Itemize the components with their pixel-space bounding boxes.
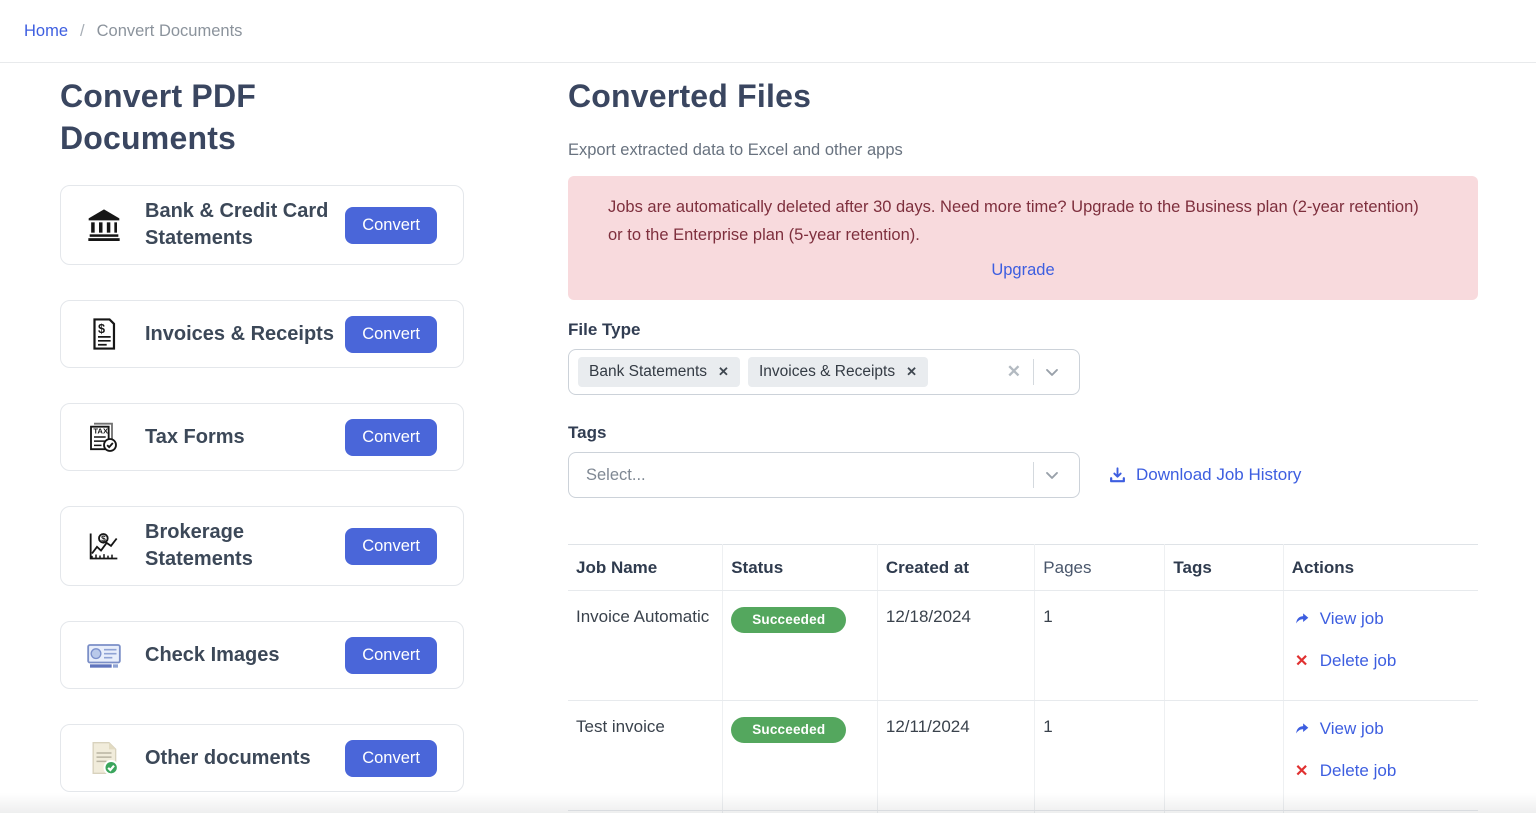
file-type-chip: Bank Statements ✕ <box>578 357 740 387</box>
actions-cell: View job ✕ Delete job <box>1283 701 1478 811</box>
pages-cell: 1 <box>1035 701 1165 811</box>
view-job-link[interactable]: View job <box>1292 719 1470 739</box>
converted-files-panel: Converted Files Export extracted data to… <box>568 75 1478 813</box>
breadcrumb: Home / Convert Documents <box>0 0 1536 63</box>
card-tax-forms: TAX Tax Forms Convert <box>60 403 464 471</box>
view-job-arrow-icon <box>1292 720 1312 738</box>
chip-label: Bank Statements <box>589 363 707 381</box>
tags-cell <box>1165 591 1283 701</box>
convert-brokerage-button[interactable]: Convert <box>345 528 437 565</box>
header-status: Status <box>723 545 878 591</box>
header-job-name: Job Name <box>568 545 723 591</box>
convert-tax-forms-button[interactable]: Convert <box>345 419 437 456</box>
upgrade-link[interactable]: Upgrade <box>608 256 1438 284</box>
status-cell: Succeeded <box>723 701 878 811</box>
convert-panel: Convert PDF Documents Bank & Credit Card… <box>60 75 464 813</box>
breadcrumb-separator: / <box>80 22 85 41</box>
card-label: Bank & Credit Card Statements <box>145 198 345 252</box>
select-divider <box>1033 359 1034 385</box>
card-check-images: Check Images Convert <box>60 621 464 689</box>
page-title: Converted Files <box>568 75 1478 117</box>
other-document-icon <box>83 737 125 779</box>
tags-placeholder: Select... <box>578 466 646 485</box>
retention-alert: Jobs are automatically deleted after 30 … <box>568 176 1478 300</box>
delete-x-icon: ✕ <box>1292 651 1312 671</box>
header-pages: Pages <box>1035 545 1165 591</box>
convert-check-images-button[interactable]: Convert <box>345 637 437 674</box>
tags-label: Tags <box>568 423 1478 443</box>
jobs-table-header-row: Job Name Status Created at Pages Tags Ac… <box>568 545 1478 591</box>
card-label: Invoices & Receipts <box>145 321 345 348</box>
brokerage-icon: $ <box>83 525 125 567</box>
svg-text:$: $ <box>98 322 105 336</box>
header-created-at: Created at <box>877 545 1034 591</box>
delete-job-label: Delete job <box>1320 651 1397 671</box>
retention-alert-message: Jobs are automatically deleted after 30 … <box>608 198 1419 244</box>
chip-remove-icon[interactable]: ✕ <box>906 364 917 380</box>
chevron-down-icon[interactable] <box>1042 465 1062 485</box>
tags-cell <box>1165 701 1283 811</box>
delete-job-link[interactable]: ✕ Delete job <box>1292 651 1470 671</box>
view-job-label: View job <box>1320 609 1384 629</box>
check-image-icon <box>83 634 125 676</box>
header-tags: Tags <box>1165 545 1283 591</box>
job-name-cell: Invoice Automatic <box>568 591 723 701</box>
convert-other-documents-button[interactable]: Convert <box>345 740 437 777</box>
delete-job-link[interactable]: ✕ Delete job <box>1292 761 1470 781</box>
bank-icon <box>83 204 125 246</box>
status-badge: Succeeded <box>731 607 846 633</box>
breadcrumb-home-link[interactable]: Home <box>24 22 68 41</box>
select-clear-icon[interactable]: ✕ <box>1007 362 1021 382</box>
job-name-cell: Test invoice <box>568 701 723 811</box>
chip-remove-icon[interactable]: ✕ <box>718 364 729 380</box>
convert-bank-statements-button[interactable]: Convert <box>345 207 437 244</box>
card-invoices-receipts: $ Invoices & Receipts Convert <box>60 300 464 368</box>
page-content: Convert PDF Documents Bank & Credit Card… <box>0 63 1536 813</box>
tags-select[interactable]: Select... <box>568 452 1080 498</box>
actions-cell: View job ✕ Delete job <box>1283 591 1478 701</box>
status-cell: Succeeded <box>723 591 878 701</box>
card-label: Other documents <box>145 745 345 772</box>
chevron-down-icon[interactable] <box>1042 362 1062 382</box>
delete-job-label: Delete job <box>1320 761 1397 781</box>
view-job-label: View job <box>1320 719 1384 739</box>
delete-x-icon: ✕ <box>1292 761 1312 781</box>
header-actions: Actions <box>1283 545 1478 591</box>
breadcrumb-current: Convert Documents <box>97 22 243 41</box>
jobs-table: Job Name Status Created at Pages Tags Ac… <box>568 544 1478 813</box>
file-type-label: File Type <box>568 320 1478 340</box>
card-label: Brokerage Statements <box>145 519 345 573</box>
tax-form-icon: TAX <box>83 416 125 458</box>
page-subtitle: Export extracted data to Excel and other… <box>568 141 1478 160</box>
file-type-chip: Invoices & Receipts ✕ <box>748 357 928 387</box>
svg-text:$: $ <box>101 533 106 543</box>
status-badge: Succeeded <box>731 717 846 743</box>
download-icon <box>1108 466 1127 485</box>
table-row: Test invoice Succeeded 12/11/2024 1 View… <box>568 701 1478 811</box>
convert-invoices-button[interactable]: Convert <box>345 316 437 353</box>
file-type-select[interactable]: Bank Statements ✕ Invoices & Receipts ✕ … <box>568 349 1080 395</box>
download-job-history-link[interactable]: Download Job History <box>1108 465 1301 485</box>
invoice-icon: $ <box>83 313 125 355</box>
convert-panel-title: Convert PDF Documents <box>60 75 320 159</box>
card-label: Tax Forms <box>145 424 345 451</box>
pages-cell: 1 <box>1035 591 1165 701</box>
card-brokerage-statements: $ Brokerage Statements Convert <box>60 506 464 586</box>
view-job-arrow-icon <box>1292 610 1312 628</box>
table-row: Invoice Automatic Succeeded 12/18/2024 1… <box>568 591 1478 701</box>
card-label: Check Images <box>145 642 345 669</box>
select-divider <box>1033 462 1034 488</box>
card-bank-statements: Bank & Credit Card Statements Convert <box>60 185 464 265</box>
created-at-cell: 12/18/2024 <box>877 591 1034 701</box>
view-job-link[interactable]: View job <box>1292 609 1470 629</box>
created-at-cell: 12/11/2024 <box>877 701 1034 811</box>
card-other-documents: Other documents Convert <box>60 724 464 792</box>
download-link-label: Download Job History <box>1136 465 1301 485</box>
chip-label: Invoices & Receipts <box>759 363 895 381</box>
svg-text:TAX: TAX <box>93 427 109 436</box>
